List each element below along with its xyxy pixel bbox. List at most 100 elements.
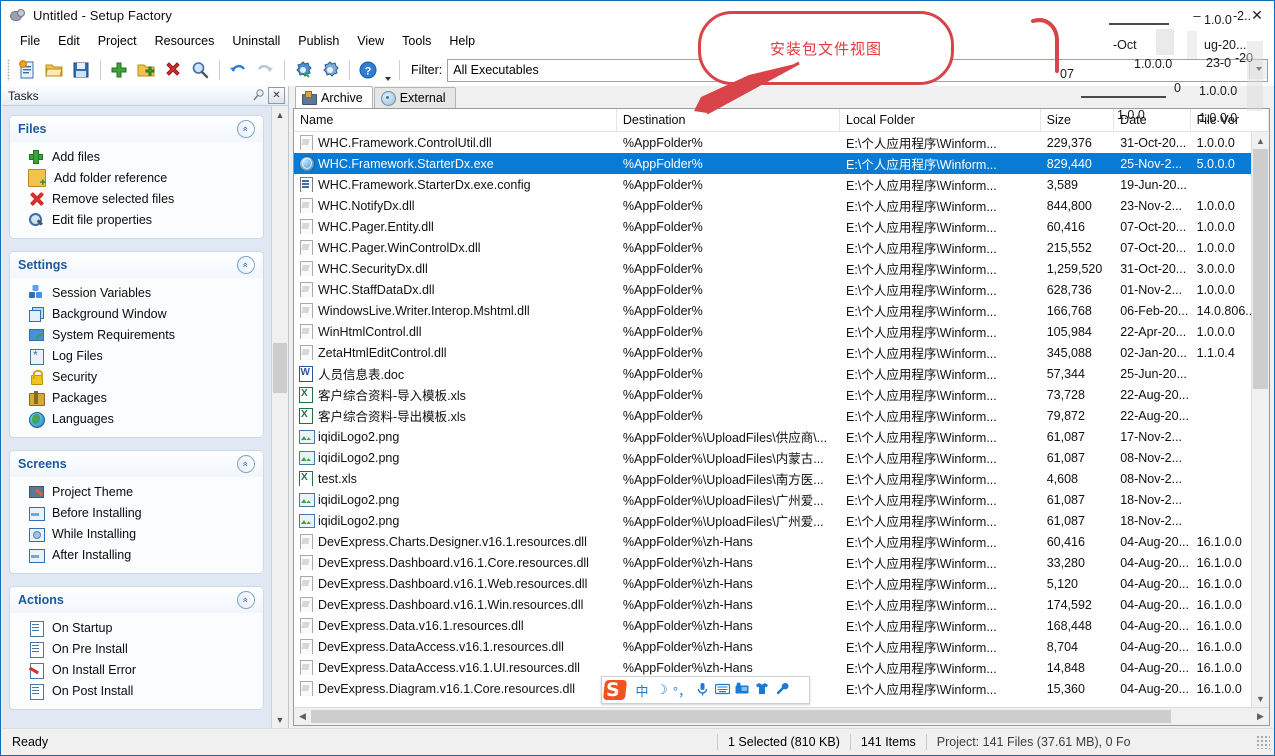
settings-icon[interactable] (317, 57, 343, 83)
table-row[interactable]: WHC.Pager.WinControlDx.dll %AppFolder% E:\… (294, 237, 1269, 258)
task-background-window[interactable]: Background Window (10, 303, 263, 324)
scroll-up-icon[interactable]: ▲ (272, 106, 288, 123)
task-group-header[interactable]: Screens « (10, 451, 263, 477)
new-project-icon[interactable] (14, 57, 40, 83)
toolbar-grip[interactable] (7, 59, 10, 81)
menu-project[interactable]: Project (89, 31, 146, 51)
task-edit-file-properties[interactable]: Edit file properties (10, 209, 263, 230)
task-languages[interactable]: Languages (10, 408, 263, 429)
task-packages[interactable]: Packages (10, 387, 263, 408)
table-row[interactable]: WinHtmlControl.dll %AppFolder% E:\个人应用程序\W… (294, 321, 1269, 342)
table-row[interactable]: WHC.Framework.StarterDx.exe %AppFolder% E:… (294, 153, 1269, 174)
menu-tools[interactable]: Tools (393, 31, 440, 51)
table-row[interactable]: WHC.SecurityDx.dll %AppFolder% E:\个人应用程序\W… (294, 258, 1269, 279)
table-row[interactable]: DevExpress.Charts.Designer.v16.1.resourc… (294, 531, 1269, 552)
hscroll-track[interactable] (311, 709, 1252, 724)
table-row[interactable]: 客户综合资料-导入模板.xls %AppFolder% E:\个人应用程序\Winf… (294, 384, 1269, 405)
table-row[interactable]: DevExpress.Dashboard.v16.1.Web.resources… (294, 573, 1269, 594)
ime-moon-icon[interactable]: ☽ (652, 682, 672, 698)
menu-file[interactable]: File (11, 31, 49, 51)
help-icon[interactable]: ? (355, 57, 381, 83)
table-row[interactable]: WHC.Framework.StarterDx.exe.config %AppFo… (294, 174, 1269, 195)
table-row[interactable]: DevExpress.DataAccess.v16.1.resources.dl… (294, 636, 1269, 657)
table-row[interactable]: WHC.Pager.Entity.dll %AppFolder% E:\个人应用程序… (294, 216, 1269, 237)
chevron-up-icon[interactable]: « (237, 591, 255, 609)
hscroll-thumb[interactable] (311, 710, 1171, 723)
task-add-folder-reference[interactable]: Add folder reference (10, 167, 263, 189)
column-header-size[interactable]: Size (1041, 109, 1115, 131)
scroll-left-icon[interactable]: ◀ (294, 711, 311, 722)
chevron-up-icon[interactable]: « (237, 455, 255, 473)
remove-files-icon[interactable] (160, 57, 186, 83)
save-project-icon[interactable] (68, 57, 94, 83)
ime-settings-wrench-icon[interactable] (772, 682, 792, 698)
sogou-logo-icon[interactable] (604, 679, 628, 701)
task-log-files[interactable]: Log Files (10, 345, 263, 366)
close-panel-icon[interactable]: ✕ (268, 87, 285, 104)
scroll-down-icon[interactable]: ▼ (1252, 690, 1269, 707)
task-remove-selected-files[interactable]: Remove selected files (10, 188, 263, 209)
undo-icon[interactable] (225, 57, 251, 83)
column-header-name[interactable]: Name (294, 109, 617, 131)
menu-publish[interactable]: Publish (289, 31, 348, 51)
open-project-icon[interactable] (41, 57, 67, 83)
task-group-header[interactable]: Actions « (10, 587, 263, 613)
tasks-scroll-track[interactable] (272, 123, 288, 711)
table-row[interactable]: 客户综合资料-导出模板.xls %AppFolder% E:\个人应用程序\Winf… (294, 405, 1269, 426)
toolbar-overflow-icon[interactable] (382, 55, 394, 86)
add-folder-icon[interactable] (133, 57, 159, 83)
sogou-ime-toolbar[interactable]: 中 ☽ °， (601, 676, 810, 704)
add-files-icon[interactable] (106, 57, 132, 83)
ime-punctuation-icon[interactable]: °， (672, 681, 692, 700)
file-list-body[interactable]: WHC.Framework.ControlUtil.dll %AppFolder%… (294, 132, 1269, 707)
table-row[interactable]: WindowsLive.Writer.Interop.Mshtml.dll %Ap… (294, 300, 1269, 321)
menu-view[interactable]: View (348, 31, 393, 51)
ime-keyboard-icon[interactable] (712, 683, 732, 698)
file-list-hscrollbar[interactable]: ◀ ▶ (294, 707, 1269, 725)
scroll-down-icon[interactable]: ▼ (272, 711, 288, 728)
table-row[interactable]: test.xls %AppFolder%\UploadFiles\南方医... E:… (294, 468, 1269, 489)
table-row[interactable]: ZetaHtmlEditControl.dll %AppFolder% E:\个人应… (294, 342, 1269, 363)
table-row[interactable]: iqidiLogo2.png %AppFolder%\UploadFiles\广州… (294, 510, 1269, 531)
tasks-scroll-thumb[interactable] (273, 343, 287, 393)
task-on-post-install[interactable]: On Post Install (10, 680, 263, 701)
table-row[interactable]: iqidiLogo2.png %AppFolder%\UploadFiles\供应… (294, 426, 1269, 447)
task-project-theme[interactable]: Project Theme (10, 481, 263, 502)
ime-skin-icon[interactable] (752, 682, 772, 698)
chevron-up-icon[interactable]: « (237, 256, 255, 274)
tab-archive[interactable]: Archive (295, 86, 373, 108)
menu-help[interactable]: Help (440, 31, 484, 51)
menu-uninstall[interactable]: Uninstall (223, 31, 289, 51)
table-row[interactable]: DevExpress.Dashboard.v16.1.Win.resources… (294, 594, 1269, 615)
scroll-right-icon[interactable]: ▶ (1252, 711, 1269, 722)
task-while-installing[interactable]: While Installing (10, 523, 263, 544)
tab-external[interactable]: External (373, 87, 456, 108)
task-group-header[interactable]: Files « (10, 116, 263, 142)
ime-chinese-mode-icon[interactable]: 中 (632, 681, 652, 700)
table-row[interactable]: DevExpress.Dashboard.v16.1.Core.resource… (294, 552, 1269, 573)
task-add-files[interactable]: Add files (10, 146, 263, 167)
table-row[interactable]: WHC.Framework.ControlUtil.dll %AppFolder%… (294, 132, 1269, 153)
task-after-installing[interactable]: After Installing (10, 544, 263, 565)
find-icon[interactable] (187, 57, 213, 83)
vscroll-thumb[interactable] (1253, 149, 1268, 389)
task-on-pre-install[interactable]: On Pre Install (10, 638, 263, 659)
table-row[interactable]: DevExpress.DataAccess.v16.1.UI.resources… (294, 657, 1269, 678)
table-row[interactable]: DevExpress.Data.v16.1.resources.dll %AppF… (294, 615, 1269, 636)
task-on-startup[interactable]: On Startup (10, 617, 263, 638)
scroll-up-icon[interactable]: ▲ (1252, 132, 1269, 149)
table-row[interactable]: WHC.NotifyDx.dll %AppFolder% E:\个人应用程序\Win… (294, 195, 1269, 216)
task-before-installing[interactable]: Before Installing (10, 502, 263, 523)
task-group-header[interactable]: Settings « (10, 252, 263, 278)
vscroll-track[interactable] (1252, 149, 1269, 690)
table-row[interactable]: iqidiLogo2.png %AppFolder%\UploadFiles\广州… (294, 489, 1269, 510)
table-row[interactable]: iqidiLogo2.png %AppFolder%\UploadFiles\内蒙… (294, 447, 1269, 468)
menu-resources[interactable]: Resources (146, 31, 224, 51)
table-row[interactable]: 人员信息表.doc %AppFolder% E:\个人应用程序\Winform...… (294, 363, 1269, 384)
task-session-variables[interactable]: Session Variables (10, 282, 263, 303)
file-list-vscrollbar[interactable]: ▲ ▼ (1251, 132, 1269, 707)
pin-icon[interactable] (251, 88, 266, 103)
menu-edit[interactable]: Edit (49, 31, 89, 51)
ime-microphone-icon[interactable] (692, 682, 712, 699)
ime-toolbox-icon[interactable] (732, 682, 752, 698)
